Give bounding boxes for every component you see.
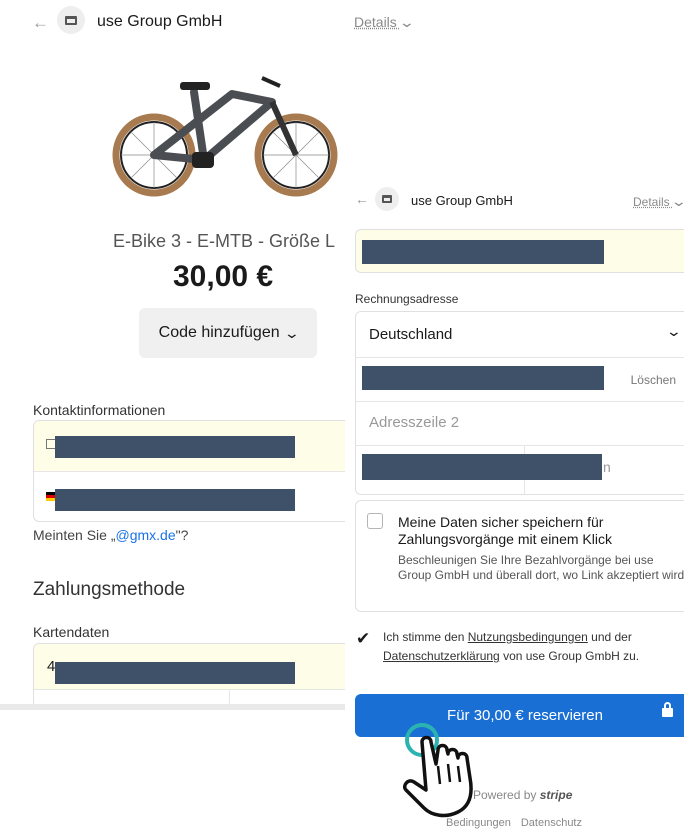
privacy-policy-link[interactable]: Datenschutzerklärung: [383, 649, 500, 663]
merchant-name: use Group GmbH: [411, 193, 513, 208]
scroll-shadow: [0, 704, 345, 710]
redacted-phone: [55, 489, 295, 511]
billing-address-fields: Deutschland ⌄ Löschen Adresszeile 2 n: [355, 311, 684, 495]
details-label: Details: [354, 14, 397, 30]
product-name: E-Bike 3 - E-MTB - Größe L: [113, 231, 336, 251]
redacted-value: [362, 240, 604, 264]
details-label: Details: [633, 195, 670, 209]
back-arrow-icon[interactable]: ←: [32, 14, 49, 31]
merchant-name: use Group GmbH: [97, 13, 223, 30]
back-arrow-icon[interactable]: ←: [355, 192, 369, 206]
product-image-ebike: [112, 76, 338, 197]
address-line1-field[interactable]: Löschen: [356, 358, 684, 402]
chevron-down-icon: ⌄: [398, 14, 415, 30]
contact-section-label: Kontaktinformationen: [33, 402, 166, 418]
autofilled-field[interactable]: [355, 229, 684, 273]
promo-button-label: Code hinzufügen: [158, 324, 280, 341]
redacted-address-line1: [362, 366, 604, 390]
add-promo-code-button[interactable]: Code hinzufügen ⌄: [139, 308, 317, 358]
redacted-postal-code: [362, 454, 602, 480]
country-select[interactable]: Deutschland ⌄: [356, 312, 684, 358]
footer-privacy-link[interactable]: Datenschutz: [521, 817, 582, 829]
stripe-logo: stripe: [539, 788, 573, 802]
terms-of-use-link[interactable]: Nutzungsbedingungen: [468, 630, 588, 644]
redacted-email: [55, 436, 295, 458]
payment-method-heading: Zahlungsmethode: [33, 579, 186, 600]
email-suggestion-link[interactable]: @gmx.de: [115, 527, 175, 543]
store-icon: [375, 187, 399, 211]
store-icon: [57, 6, 85, 34]
city-field[interactable]: n: [603, 459, 611, 475]
details-toggle[interactable]: Details ⌄: [354, 14, 415, 31]
save-info-description: Beschleunigen Sie Ihre Bezahlvorgänge be…: [398, 553, 684, 582]
address-line2-placeholder: Adresszeile 2: [369, 414, 460, 431]
checkout-foreground-panel: ← use Group GmbH Details ⌄ Rechnungsadre…: [345, 180, 684, 832]
card-fields: 4: [33, 643, 345, 710]
save-info-checkbox[interactable]: [367, 513, 383, 529]
card-details-label: Kartendaten: [33, 624, 110, 640]
redacted-card-number: [55, 662, 295, 684]
terms-consent-text: Ich stimme den Nutzungsbedingungen und d…: [383, 630, 640, 663]
email-field[interactable]: [34, 421, 345, 472]
checkout-background-panel: ← use Group GmbH E-Bike 3 - E-MTB - Größ…: [0, 0, 345, 710]
save-info-title: Meine Daten sicher speichern für Zahlung…: [398, 514, 612, 547]
product-price: 30,00 €: [173, 260, 274, 293]
card-number-field[interactable]: 4: [34, 644, 345, 690]
phone-field[interactable]: [34, 472, 345, 521]
chevron-down-icon: ⌄: [665, 323, 683, 339]
chevron-down-icon: ⌄: [671, 193, 684, 210]
contact-fields: [33, 420, 345, 522]
country-value: Deutschland: [369, 326, 453, 343]
postal-city-row: n: [356, 446, 684, 494]
link-save-box: Meine Daten sicher speichern für Zahlung…: [355, 500, 684, 612]
terms-checkbox-checked[interactable]: ✔: [356, 629, 370, 649]
hand-pointer-icon: [402, 723, 473, 818]
clear-address-button[interactable]: Löschen: [631, 373, 676, 387]
address-line2-field[interactable]: Adresszeile 2: [356, 402, 684, 446]
chevron-down-icon: ⌄: [283, 324, 300, 341]
lock-icon: [662, 702, 673, 717]
email-suggestion: Meinten Sie „@gmx.de"?: [33, 527, 189, 543]
details-toggle[interactable]: Details ⌄: [633, 193, 684, 210]
billing-address-label: Rechnungsadresse: [355, 292, 459, 306]
